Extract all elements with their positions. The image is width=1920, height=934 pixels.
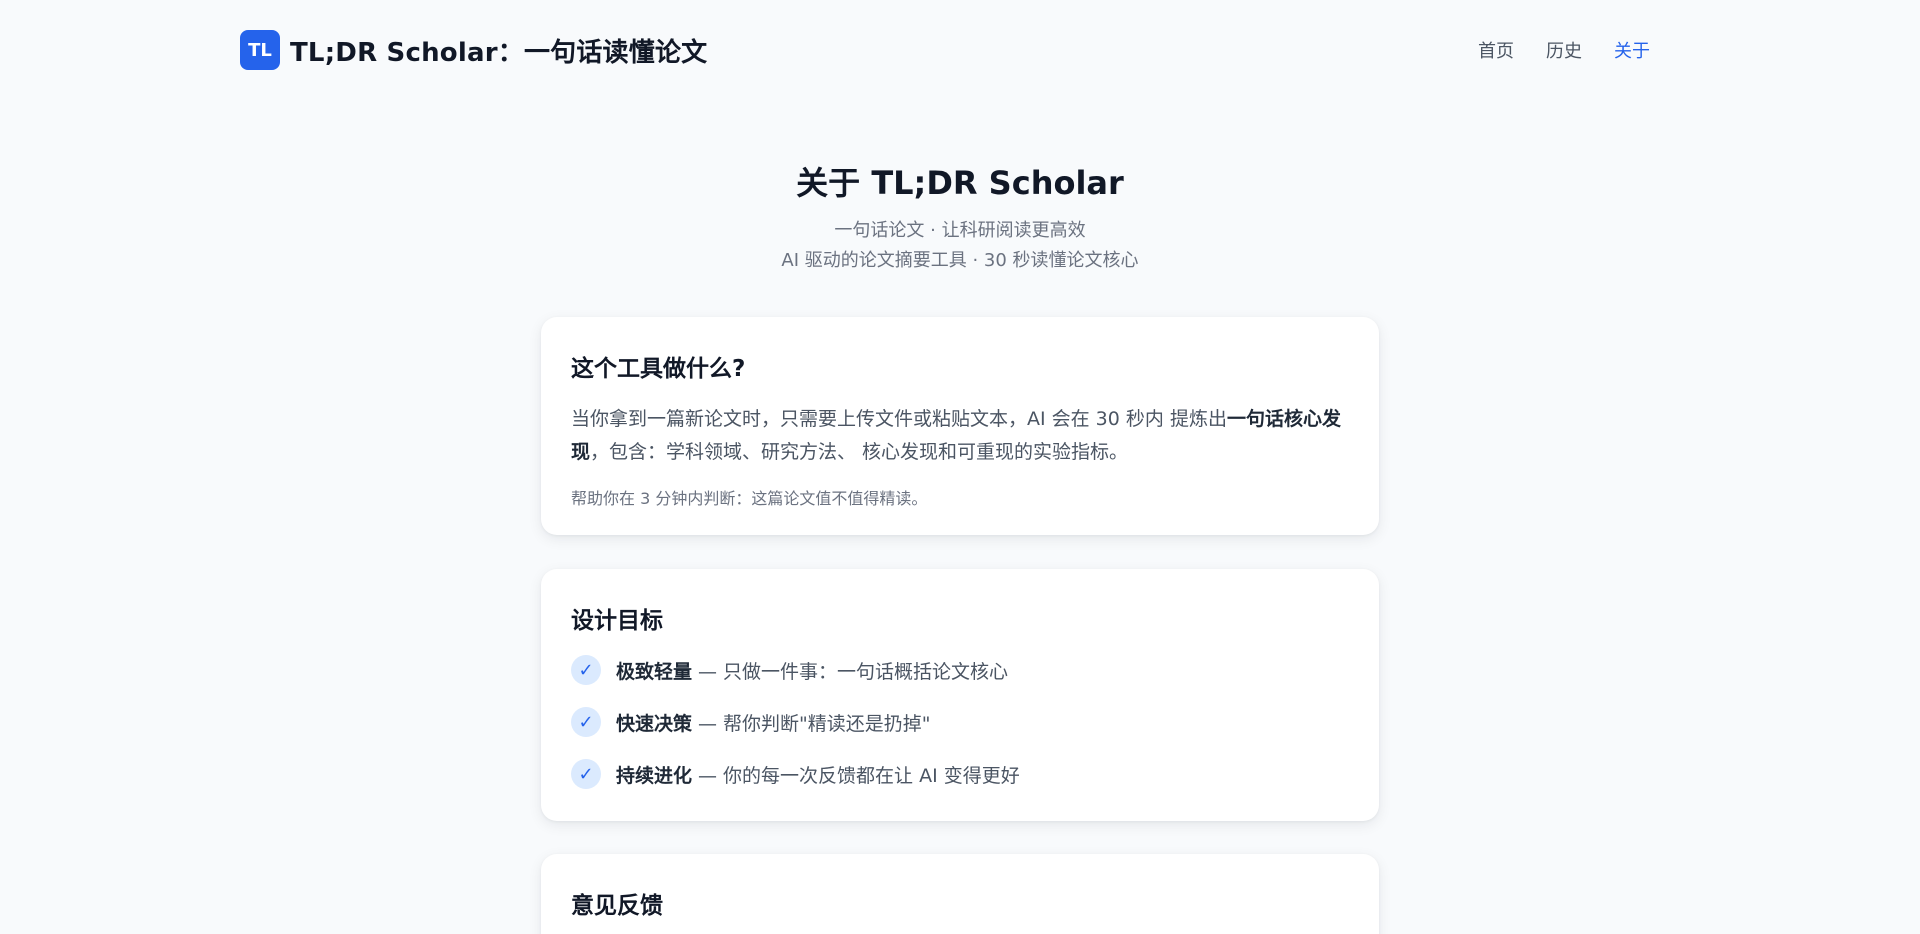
nav-home[interactable]: 首页 <box>1478 37 1514 63</box>
page-title: 关于 TL;DR Scholar <box>796 164 1124 202</box>
goal-text: — 帮你判断"精读还是扔掉" <box>698 712 931 735</box>
what-note: 帮助你在 3 分钟内判断：这篇论文值不值得精读。 <box>571 489 928 508</box>
top-header: TL TL;DR Scholar：一句话读懂论文 首页 历史 关于 <box>240 30 1680 70</box>
what-card-title: 这个工具做什么? <box>571 356 746 382</box>
check-icon: ✓ <box>571 655 601 685</box>
check-icon: ✓ <box>571 707 601 737</box>
hero-section: 关于 TL;DR Scholar 一句话论文 · 让科研阅读更高效 AI 驱动的… <box>0 158 1920 276</box>
hero-subtitle-line-1: 一句话论文 · 让科研阅读更高效 <box>834 220 1086 241</box>
hero-subtitle: 一句话论文 · 让科研阅读更高效 AI 驱动的论文摘要工具 · 30 秒读懂论文… <box>0 216 1920 276</box>
goals-card: 设计目标 ✓ 极致轻量 — 只做一件事：一句话概括论文核心 ✓ 快速决策 — 帮… <box>541 569 1379 821</box>
hero-subtitle-line-2: AI 驱动的论文摘要工具 · 30 秒读懂论文核心 <box>781 250 1139 271</box>
about-page: TL TL;DR Scholar：一句话读懂论文 首页 历史 关于 关于 TL;… <box>0 0 1920 934</box>
brand-home-link[interactable]: TL TL;DR Scholar：一句话读懂论文 <box>240 30 707 70</box>
nav-about[interactable]: 关于 <box>1614 37 1650 63</box>
nav-history[interactable]: 历史 <box>1546 37 1582 63</box>
goal-label: 快速决策 <box>616 712 693 735</box>
what-desc-part-1: 当你拿到一篇新论文时，只需要上传文件或粘贴文本，AI 会在 30 秒内 提炼出 <box>571 408 1227 430</box>
goals-list: ✓ 极致轻量 — 只做一件事：一句话概括论文核心 ✓ 快速决策 — 帮你判断"精… <box>571 655 1349 789</box>
what-card: 这个工具做什么? 当你拿到一篇新论文时，只需要上传文件或粘贴文本，AI 会在 3… <box>541 317 1379 535</box>
goal-label: 持续进化 <box>616 764 693 787</box>
feedback-card-title: 意见反馈 <box>571 893 663 919</box>
logo-icon: TL <box>240 30 280 70</box>
goal-text: — 只做一件事：一句话概括论文核心 <box>698 660 1009 683</box>
goal-item: ✓ 快速决策 — 帮你判断"精读还是扔掉" <box>571 707 1349 737</box>
goals-card-title: 设计目标 <box>571 608 663 634</box>
feedback-card: 意见反馈 <box>541 854 1379 934</box>
what-description: 当你拿到一篇新论文时，只需要上传文件或粘贴文本，AI 会在 30 秒内 提炼出一… <box>571 403 1349 469</box>
goal-item: ✓ 持续进化 — 你的每一次反馈都在让 AI 变得更好 <box>571 759 1349 789</box>
what-desc-part-2: ，包含：学科领域、研究方法、 核心发现和可重现的实验指标。 <box>590 441 1129 463</box>
goal-item: ✓ 极致轻量 — 只做一件事：一句话概括论文核心 <box>571 655 1349 685</box>
app-title: TL;DR Scholar：一句话读懂论文 <box>290 37 708 68</box>
goal-text: — 你的每一次反馈都在让 AI 变得更好 <box>698 764 1020 787</box>
goal-label: 极致轻量 <box>616 660 693 683</box>
check-icon: ✓ <box>571 759 601 789</box>
main-nav: 首页 历史 关于 <box>1478 37 1650 63</box>
